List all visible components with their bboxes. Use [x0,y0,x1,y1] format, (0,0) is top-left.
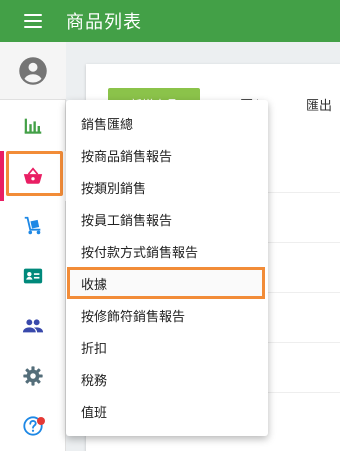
sidebar-item-settings[interactable] [0,351,66,401]
app-bar: 商品列表 [0,0,340,42]
menu-item-shifts[interactable]: 值班 [66,395,268,427]
reports-menu: 銷售匯總 按商品銷售報告 按類別銷售 按員工銷售報告 按付款方式銷售報告 收據 … [66,100,268,436]
page-title: 商品列表 [66,12,142,33]
sidebar-item-inventory[interactable] [0,201,66,251]
sidebar-item-reports[interactable] [0,101,66,151]
export-button[interactable]: 匯出 [306,95,332,114]
notification-badge [37,417,45,425]
dolly-icon [24,216,41,235]
sidebar-item-employees[interactable] [0,251,66,301]
menu-icon[interactable] [24,14,42,28]
account-button[interactable] [0,42,66,100]
menu-item-sales-summary[interactable]: 銷售匯總 [66,107,268,139]
shopping-basket-icon [23,167,43,184]
navigation-rail [0,42,66,451]
menu-item-sales-by-item[interactable]: 按商品銷售報告 [66,139,268,171]
badge-card-icon [23,268,43,284]
menu-item-discounts[interactable]: 折扣 [66,331,268,363]
menu-item-sales-by-payment-type[interactable]: 按付款方式銷售報告 [66,235,268,267]
active-indicator [0,151,4,201]
menu-item-receipts[interactable]: 收據 [67,267,265,299]
people-icon [22,319,44,333]
menu-item-sales-by-category[interactable]: 按類別銷售 [66,171,268,203]
bar-chart-icon [24,118,42,134]
sidebar-item-help[interactable] [0,401,66,451]
menu-item-taxes[interactable]: 稅務 [66,363,268,395]
menu-item-sales-by-employee[interactable]: 按員工銷售報告 [66,203,268,235]
sidebar-item-items[interactable] [0,151,66,201]
sidebar-item-customers[interactable] [0,301,66,351]
gear-icon [23,366,43,386]
menu-item-sales-by-modifier[interactable]: 按修飾符銷售報告 [66,299,268,331]
account-circle-icon [19,56,47,85]
